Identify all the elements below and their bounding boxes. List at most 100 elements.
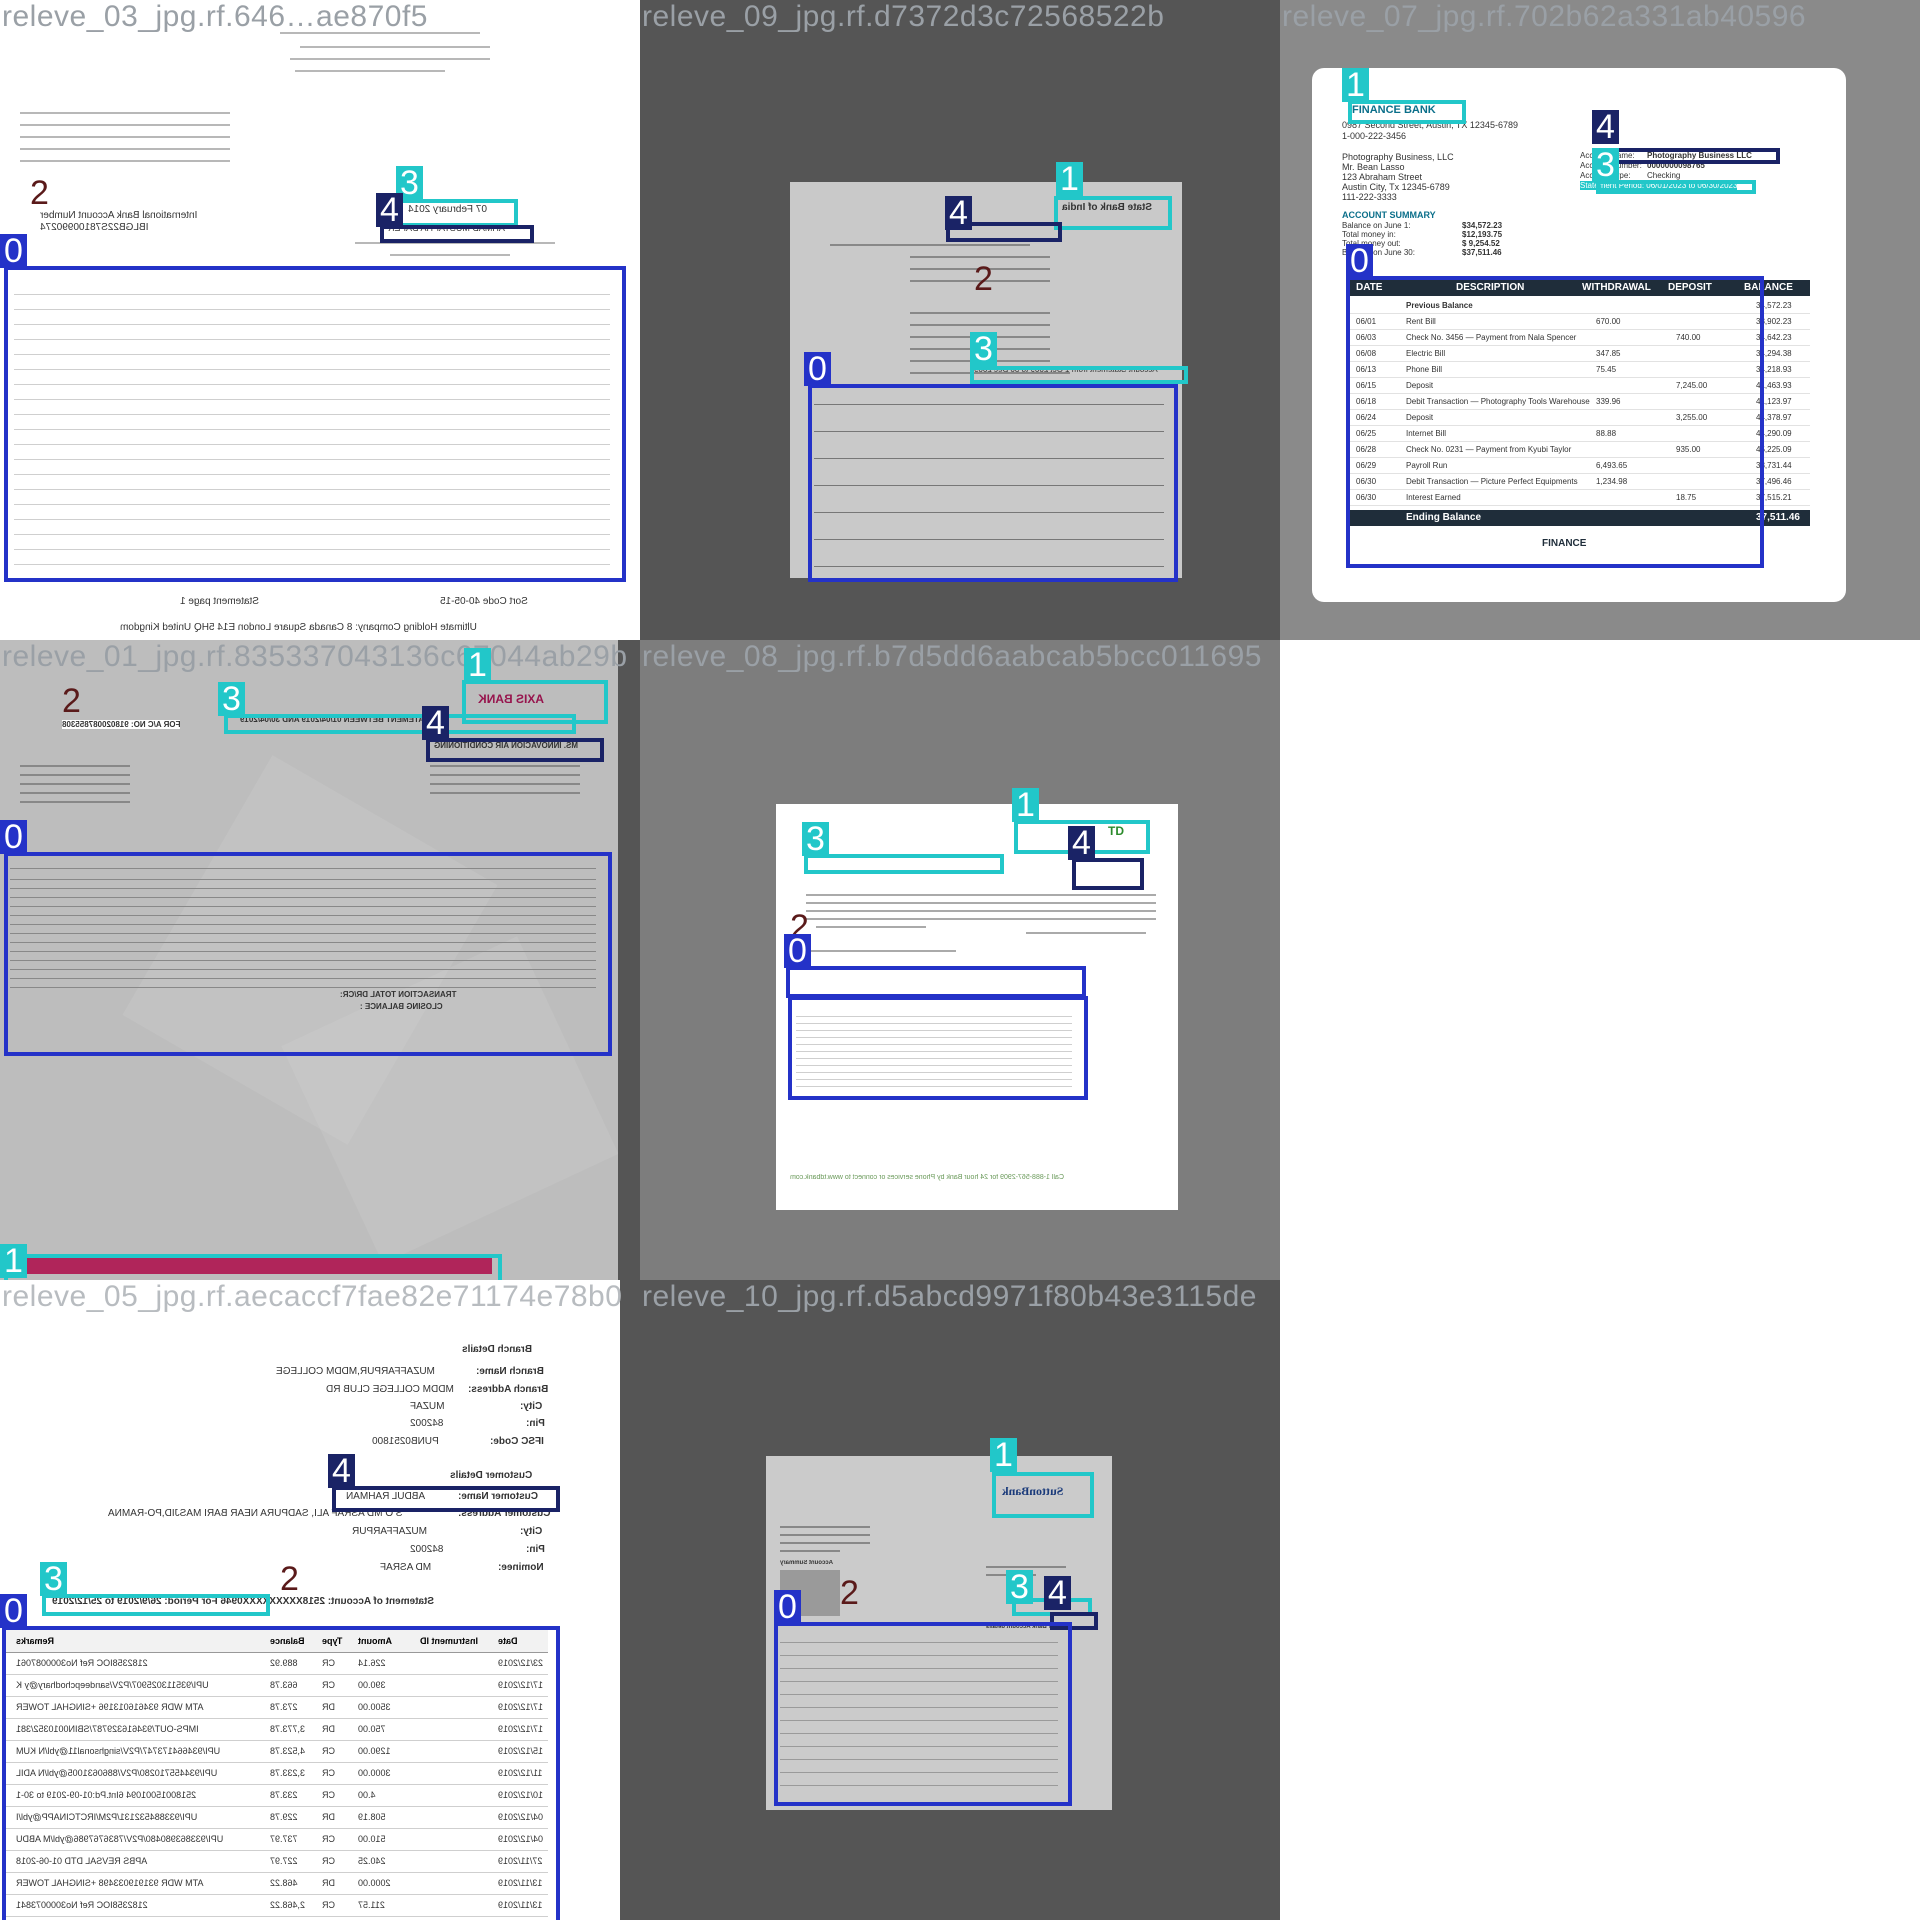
customer-pin-label: Pin: — [526, 1544, 545, 1555]
customer-city: MUZAFFARPUR — [352, 1526, 427, 1537]
tag-1: 1 — [1056, 162, 1083, 196]
footer-text: Ultimate Holding Company: 8 Canada Squar… — [120, 622, 477, 633]
tag-4: 4 — [1044, 1576, 1071, 1610]
box-summary — [786, 966, 1086, 998]
phone-line: 1-000-222-3456 — [1342, 131, 1407, 141]
box-table — [1346, 276, 1764, 568]
tag-4: 4 — [422, 706, 449, 740]
customer-pin: 842002 — [410, 1544, 444, 1555]
account-type-value: Checking — [1647, 171, 1681, 180]
city-line: Austin City, Tx 12345-6789 — [1342, 182, 1450, 192]
box-bank-name — [1054, 196, 1172, 230]
statement-page: Statement page 1 — [180, 596, 259, 607]
tile-label: releve_01_jpg.rf.835337043136c67044ab29b — [2, 640, 628, 673]
contact-name: Mr. Bean Lasso — [1342, 162, 1405, 172]
box-period — [42, 1594, 270, 1616]
box-period — [804, 854, 1004, 874]
tag-2: 2 — [30, 174, 49, 212]
tag-4: 4 — [1068, 826, 1095, 860]
box-statement-period — [224, 714, 576, 734]
tile-releve-05: releve_05_jpg.rf.aecaccf7fae82e71174e78b… — [0, 1280, 640, 1920]
sort-code: Sort Code 40-05-15 — [440, 596, 528, 607]
tile-label: releve_08_jpg.rf.b7d5dd6aabcab5bcc011695 — [642, 640, 1262, 673]
box-customer-name — [332, 1486, 560, 1512]
tag-1: 1 — [990, 1438, 1017, 1472]
tag-0: 0 — [784, 934, 811, 968]
box-name — [1072, 858, 1144, 890]
tag-3: 3 — [40, 1562, 67, 1596]
tag-2: 2 — [62, 682, 81, 720]
box-account-name — [1594, 148, 1780, 164]
tag-2: 2 — [974, 260, 993, 298]
ifsc-value: PUNB0251800 — [372, 1436, 439, 1447]
tag-1: 1 — [0, 1244, 27, 1278]
branch-name: MUZAFFARPUR,MDDM COLLEGE — [276, 1366, 435, 1377]
box-footer-bank — [4, 1254, 502, 1280]
tag-3: 3 — [802, 822, 829, 856]
tile-label: releve_05_jpg.rf.aecaccf7fae82e71174e78b… — [2, 1280, 623, 1313]
box-table — [4, 266, 626, 582]
tile-releve-07: releve_07_jpg.rf.702b62a331ab40596 0987 … — [1280, 0, 1920, 640]
tag-4: 4 — [1592, 110, 1619, 144]
box-name — [380, 225, 534, 243]
branch-address-label: Branch Address: — [468, 1384, 549, 1395]
tag-4: 4 — [376, 193, 403, 227]
branch-address: MDDM COLLEGE CLUB RD — [326, 1384, 454, 1395]
pin-value: 842002 — [410, 1418, 444, 1429]
iban-value: IBLGB22S78100990274 — [40, 222, 149, 233]
account-number: FOR A/C NO: 918020087855308 — [62, 720, 181, 729]
tag-1: 1 — [464, 648, 491, 682]
box-date — [398, 199, 518, 227]
footer-text: Call 1-888-567-2909 for 24 hour Bank by … — [790, 1174, 1064, 1181]
tag-4: 4 — [945, 196, 972, 230]
summary-label: Balance on June 1: — [1342, 221, 1411, 230]
box-table — [788, 996, 1088, 1100]
city-label: City: — [520, 1401, 543, 1412]
tile-empty — [1280, 1280, 1920, 1920]
nominee-label: Nominee: — [498, 1562, 544, 1573]
city-value: MUZAF — [410, 1401, 445, 1412]
tag-3: 3 — [218, 682, 245, 716]
box-bank-name — [992, 1472, 1094, 1518]
tile-releve-03: releve_03_jpg.rf.646…ae870f5 Internation… — [0, 0, 640, 640]
box-table — [774, 1622, 1072, 1806]
box-table — [808, 384, 1178, 582]
tile-label: releve_03_jpg.rf.646…ae870f5 — [2, 0, 428, 33]
tile-label: releve_10_jpg.rf.d5abcd9971f80b43e3115de — [642, 1280, 1257, 1313]
tile-label: releve_09_jpg.rf.d7372d3c72568522b — [642, 0, 1165, 33]
summary-title: Account Summary — [780, 1560, 834, 1566]
phone2-line: 111-222-3333 — [1342, 192, 1397, 202]
box-bank-name — [1348, 100, 1466, 124]
tag-0: 0 — [1346, 244, 1373, 278]
tile-releve-09: releve_09_jpg.rf.d7372d3c72568522b State… — [640, 0, 1280, 640]
pin-label: Pin: — [526, 1418, 545, 1429]
summary-title: ACCOUNT SUMMARY — [1342, 210, 1436, 220]
tag-3: 3 — [1006, 1570, 1033, 1604]
tag-3: 3 — [1592, 148, 1619, 182]
tag-1: 1 — [1342, 68, 1369, 102]
summary-value: $ 9,254.52 — [1462, 239, 1500, 248]
tile-empty — [1280, 640, 1920, 1280]
summary-value: $12,193.75 — [1462, 230, 1503, 239]
business-name: Photography Business, LLC — [1342, 152, 1454, 162]
tag-2: 2 — [840, 1574, 859, 1612]
tag-0: 0 — [774, 1590, 801, 1624]
tag-3: 3 — [970, 332, 997, 366]
box-statement-period — [970, 366, 1188, 384]
tile-label: releve_07_jpg.rf.702b62a331ab40596 — [1282, 0, 1807, 33]
box-table — [4, 852, 612, 1056]
branch-name-label: Branch Name: — [476, 1366, 544, 1377]
tile-releve-10: releve_10_jpg.rf.d5abcd9971f80b43e3115de… — [640, 1280, 1280, 1920]
customer-title: Customer Details — [450, 1470, 533, 1481]
tile-releve-08: releve_08_jpg.rf.b7d5dd6aabcab5bcc011695… — [640, 640, 1280, 1280]
tag-0: 0 — [0, 234, 27, 268]
tag-0: 0 — [0, 1594, 27, 1628]
summary-value: $34,572.23 — [1462, 221, 1503, 230]
iban-label: International Bank Account Number — [40, 210, 198, 221]
ifsc-label: IFSC Code: — [490, 1436, 544, 1447]
nominee-value: MD ASRAF — [380, 1562, 432, 1573]
tile-releve-01: releve_01_jpg.rf.835337043136c67044ab29b… — [0, 640, 640, 1280]
tag-4: 4 — [328, 1454, 355, 1488]
branch-title: Branch Details — [462, 1344, 533, 1355]
tag-2: 2 — [280, 1560, 299, 1598]
